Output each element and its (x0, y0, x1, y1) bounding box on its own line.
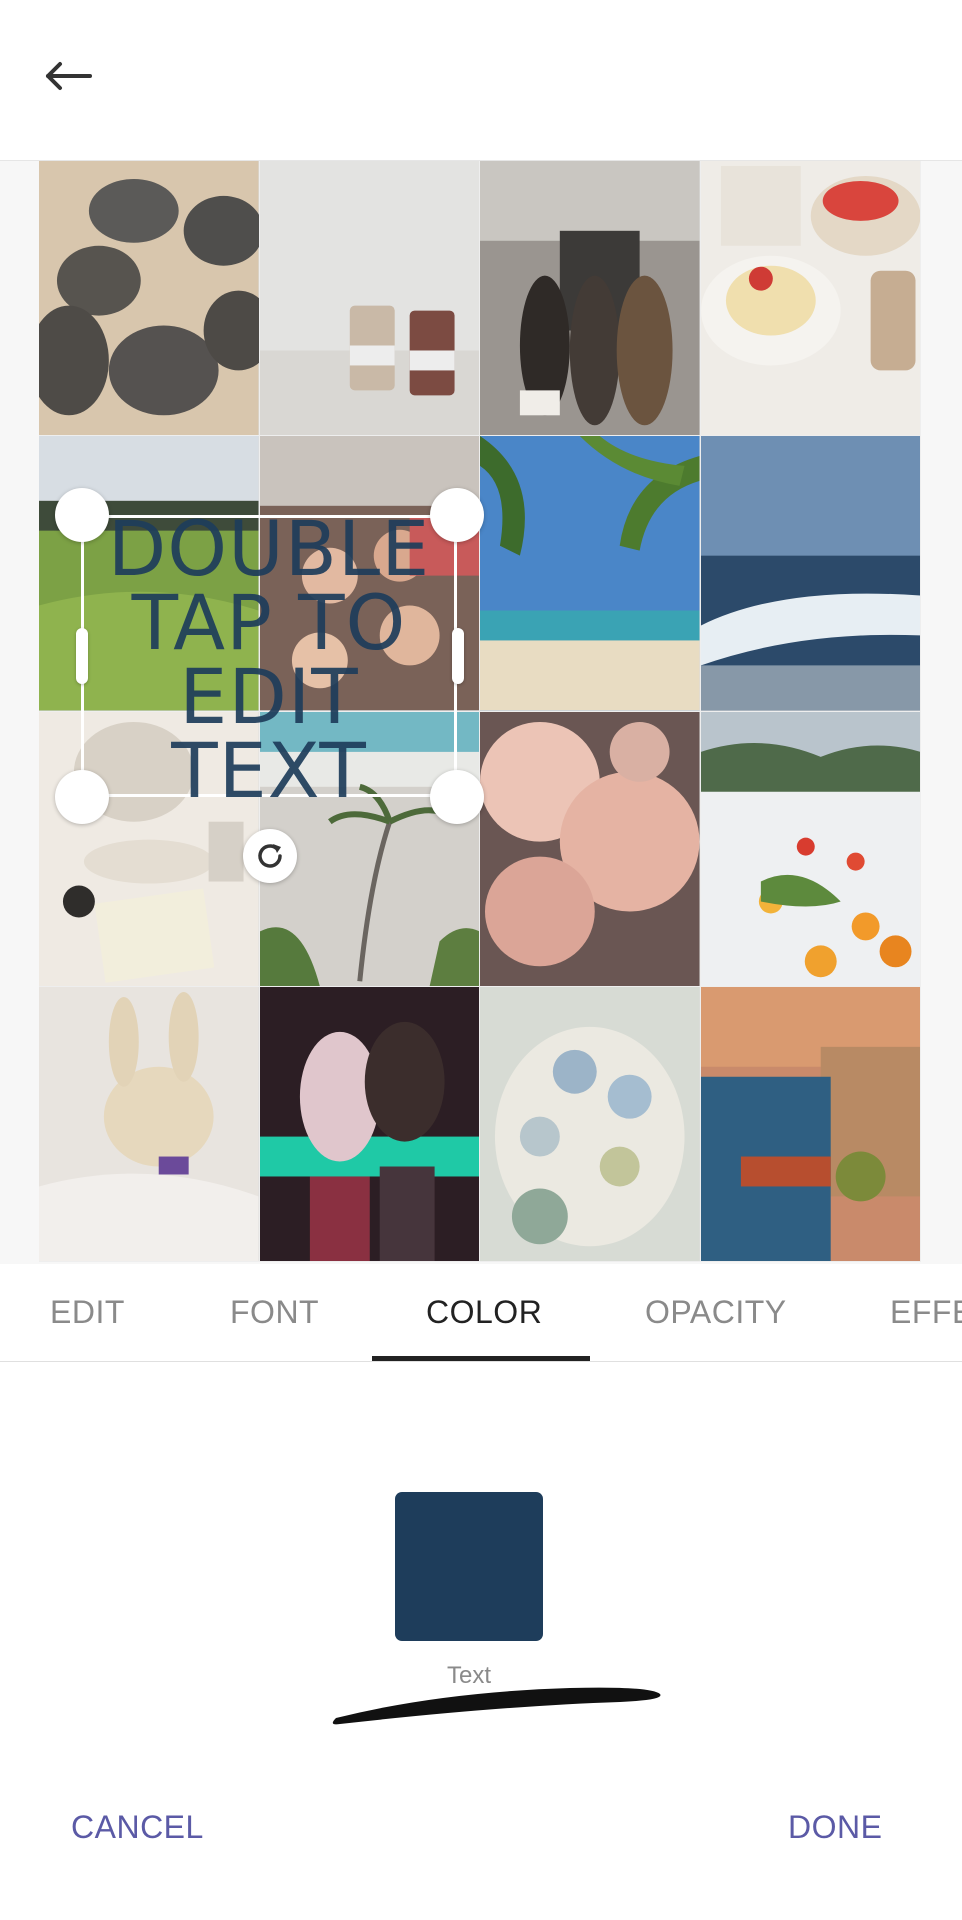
resize-handle-left[interactable] (76, 628, 88, 684)
resize-handle-bottom-left[interactable] (55, 770, 109, 824)
photo-tile-sand-faces[interactable] (39, 161, 260, 437)
photo-tile-concert-girls[interactable] (259, 986, 480, 1262)
resize-handle-right[interactable] (452, 628, 464, 684)
tab-effects[interactable]: EFFE (890, 1264, 962, 1361)
rotate-button[interactable] (243, 829, 297, 883)
edit-tabs: EDIT FONT COLOR OPACITY EFFE (0, 1264, 962, 1362)
photo-tile-snow-tulips[interactable] (700, 711, 921, 987)
done-button[interactable]: DONE (788, 1809, 882, 1846)
photo-tile-palm-beach[interactable] (480, 436, 701, 712)
photo-tile-desserts[interactable] (700, 161, 921, 437)
text-edit-panel: EDIT FONT COLOR OPACITY EFFE Text CANCEL… (0, 1264, 962, 1920)
top-bar (0, 0, 962, 161)
back-button[interactable] (36, 44, 100, 108)
text-color-swatch[interactable] (395, 1492, 543, 1641)
text-selection-box[interactable]: DOUBLE TAP TO EDIT TEXT (81, 511, 457, 809)
resize-handle-top-left[interactable] (55, 488, 109, 542)
rotate-icon (258, 844, 282, 868)
photo-tile-iced-coffees[interactable] (259, 161, 480, 437)
photo-tile-friends-mall[interactable] (480, 161, 701, 437)
photo-tile-harbor-city[interactable] (700, 986, 921, 1262)
overlay-text[interactable]: DOUBLE TAP TO EDIT TEXT (84, 511, 454, 809)
active-tab-indicator (372, 1356, 590, 1361)
photo-tile-peonies[interactable] (480, 711, 701, 987)
resize-handle-bottom-right[interactable] (430, 770, 484, 824)
scribble-mark (332, 1687, 661, 1725)
tab-color[interactable]: COLOR (426, 1264, 542, 1361)
arrow-left-icon (46, 62, 92, 90)
tab-opacity[interactable]: OPACITY (645, 1264, 787, 1361)
tab-font[interactable]: FONT (230, 1264, 319, 1361)
tab-edit[interactable]: EDIT (50, 1264, 125, 1361)
photo-tile-ocean-wave[interactable] (700, 436, 921, 712)
photo-tile-paint-palette[interactable] (480, 986, 701, 1262)
resize-handle-top-right[interactable] (430, 488, 484, 542)
photo-tile-plush-bunny[interactable] (39, 986, 260, 1262)
cancel-button[interactable]: CANCEL (71, 1809, 204, 1846)
